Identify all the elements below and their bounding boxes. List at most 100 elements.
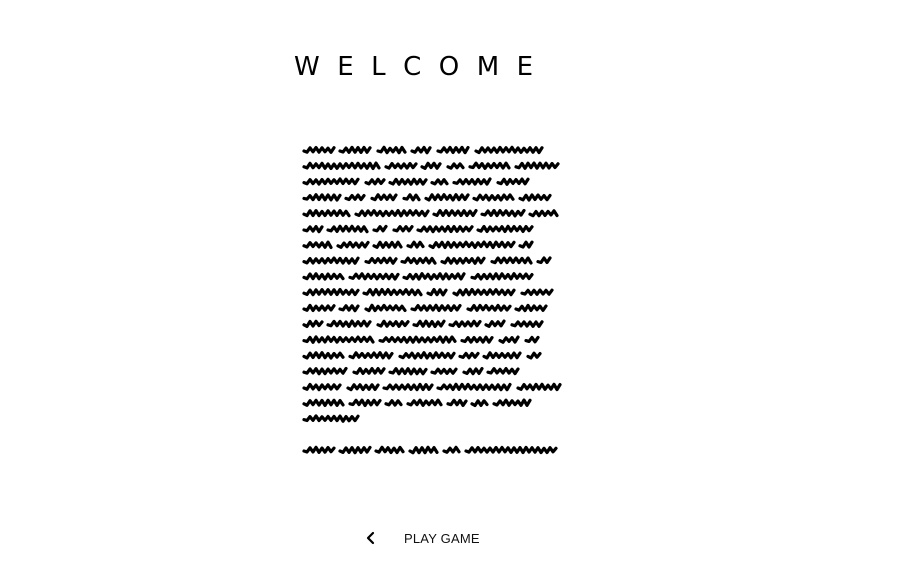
illegible-word [384,399,403,407]
illegible-word [430,178,449,186]
illegible-word [464,445,558,455]
illegible-word [468,161,511,170]
illegible-word [420,161,442,170]
illegible-word [480,208,526,218]
illegible-word [376,319,410,328]
illegible-word [462,366,484,376]
illegible-word [302,224,324,234]
illegible-word [302,303,336,313]
illegible-word [490,256,533,265]
illegible-word [426,287,448,297]
illegible-word [388,367,428,376]
illegible-word [514,161,560,170]
illegible-word [364,177,386,186]
illegible-word [472,193,515,202]
illegible-body-text [300,143,570,463]
illegible-word [516,382,562,392]
illegible-word [302,209,351,218]
illegible-word [370,193,398,202]
illegible-word [302,177,360,186]
illegible-word [352,367,386,376]
illegible-word [496,177,530,186]
illegible-word [410,303,462,313]
illegible-word [302,335,375,344]
illegible-word [440,256,486,265]
illegible-word [474,145,544,155]
illegible-word [466,303,512,312]
illegible-word [442,445,461,454]
illegible-word [402,193,421,202]
illegible-word [436,145,470,155]
illegible-word [302,287,360,297]
illegible-word [400,256,437,265]
illegible-word [378,335,457,344]
illegible-word [372,240,403,249]
illegible-word [372,224,388,233]
illegible-word [448,319,482,328]
illegible-word [446,162,465,170]
illegible-word [374,445,405,455]
illegible-word [364,303,407,313]
illegible-word [492,398,532,407]
illegible-word [424,193,470,202]
illegible-word [470,399,489,408]
illegible-word [526,351,542,360]
illegible-word [302,351,345,360]
illegible-word [348,398,382,408]
illegible-word [302,414,360,423]
illegible-word [302,319,324,329]
illegible-word [302,161,381,171]
chevron-left-icon[interactable] [360,526,382,550]
illegible-word [412,319,446,329]
illegible-word [520,288,554,297]
illegible-word [498,335,520,344]
illegible-word [392,225,414,233]
illegible-word [484,319,506,328]
play-game-button[interactable]: PLAY GAME [404,531,480,546]
illegible-word [362,287,423,297]
illegible-word [428,240,516,250]
illegible-word [376,145,407,155]
illegible-word [348,351,394,360]
illegible-word [470,272,534,281]
illegible-word [302,366,348,376]
illegible-word [302,398,345,408]
illegible-word [514,303,548,313]
illegible-word [446,398,468,408]
illegible-word [452,287,516,297]
illegible-word [436,382,512,392]
illegible-word [398,351,456,360]
illegible-word [410,145,432,155]
illegible-word [344,193,366,202]
welcome-title: WELCOME [294,52,551,82]
footer-navigation: PLAY GAME [360,526,480,550]
illegible-word [388,177,428,186]
illegible-word [528,209,559,218]
illegible-word [346,383,380,392]
illegible-word [302,256,360,265]
illegible-word [302,240,333,250]
illegible-word [406,240,425,249]
illegible-word [302,193,342,202]
illegible-word [326,224,369,234]
illegible-word [510,320,544,328]
illegible-word [476,224,534,234]
illegible-word [486,367,520,376]
illegible-word [382,382,434,392]
illegible-word [402,272,466,281]
illegible-word [326,319,372,329]
illegible-word [338,145,372,154]
illegible-word [536,256,552,265]
illegible-word [364,256,398,265]
illegible-word [452,177,492,186]
illegible-word [406,398,443,407]
illegible-word [518,193,552,202]
illegible-word [416,224,474,234]
illegible-word [336,240,370,249]
illegible-word [384,161,418,170]
illegible-word [524,335,540,344]
illegible-word [518,240,534,249]
illegible-word [302,145,336,154]
illegible-word [430,367,458,375]
illegible-word [348,272,400,281]
